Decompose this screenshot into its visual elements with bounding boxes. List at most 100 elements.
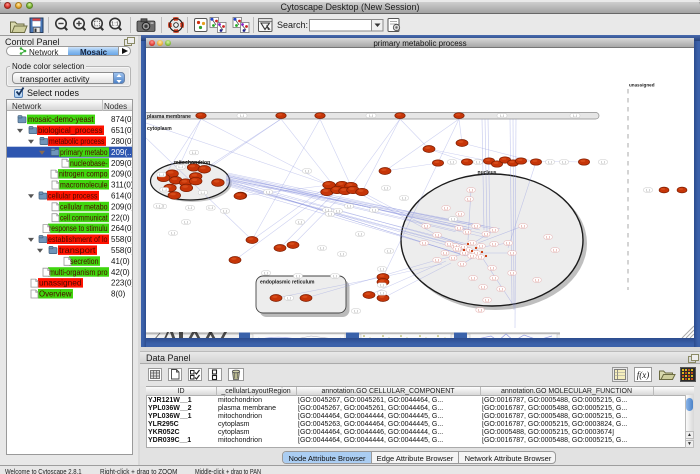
svg-text:I...I: I...I xyxy=(450,160,455,164)
svg-text:I...I: I...I xyxy=(500,114,505,118)
svg-text:I...I: I...I xyxy=(506,241,511,245)
svg-text:establishment of lo: establishment of lo xyxy=(48,235,108,244)
svg-text:I...I: I...I xyxy=(462,251,467,255)
svg-text:I...I: I...I xyxy=(320,246,325,250)
svg-text:I...I: I...I xyxy=(443,251,448,255)
svg-text:8(0): 8(0) xyxy=(111,290,126,299)
svg-text:I...I: I...I xyxy=(481,285,486,289)
svg-text:I...I: I...I xyxy=(521,224,526,228)
svg-text:I...I: I...I xyxy=(492,276,497,280)
svg-text:I...I: I...I xyxy=(478,255,483,259)
svg-text:I...I: I...I xyxy=(435,233,440,237)
svg-text:I...I: I...I xyxy=(447,242,452,246)
svg-text:I...I: I...I xyxy=(476,160,481,164)
svg-text:plasma membrane: plasma membrane xyxy=(147,114,191,120)
svg-text:I...I: I...I xyxy=(424,224,429,228)
svg-text:I...I: I...I xyxy=(156,204,161,208)
svg-text:I...I: I...I xyxy=(451,256,456,260)
svg-text:I...I: I...I xyxy=(485,298,490,302)
svg-text:I...I: I...I xyxy=(305,169,310,173)
svg-text:I...I: I...I xyxy=(470,241,475,245)
svg-text:primary metabo: primary metabo xyxy=(60,148,108,157)
svg-text:I...I: I...I xyxy=(340,252,345,256)
svg-text:I...I: I...I xyxy=(535,278,540,282)
svg-text:I...I: I...I xyxy=(287,296,292,300)
svg-text:mitochondrion: mitochondrion xyxy=(174,160,210,166)
svg-text:I...I: I...I xyxy=(372,208,377,212)
svg-text:I...I: I...I xyxy=(562,160,567,164)
svg-text:I...I: I...I xyxy=(380,267,385,271)
svg-text:biological_process: biological_process xyxy=(38,126,103,135)
svg-text:I...I: I...I xyxy=(328,212,333,216)
svg-text:311(0): 311(0) xyxy=(111,181,132,190)
svg-text:mosaic-demo-yeast: mosaic-demo-yeast xyxy=(28,115,94,124)
svg-text:41(0): 41(0) xyxy=(111,257,130,266)
svg-text:I...I: I...I xyxy=(380,283,385,287)
svg-text:I...I: I...I xyxy=(510,251,515,255)
svg-text:I...I: I...I xyxy=(467,197,472,201)
svg-text:I...I: I...I xyxy=(208,206,213,210)
svg-text:I...I: I...I xyxy=(601,160,606,164)
svg-text:f(x): f(x) xyxy=(637,370,650,380)
svg-text:I...I: I...I xyxy=(465,230,470,234)
svg-text:I...I: I...I xyxy=(474,224,479,228)
svg-text:I...I: I...I xyxy=(548,160,553,164)
svg-text:I...I: I...I xyxy=(458,212,463,216)
svg-text:I...I: I...I xyxy=(296,274,301,278)
svg-text:response to stimulu: response to stimulu xyxy=(49,224,108,233)
svg-text:I...I: I...I xyxy=(484,232,489,236)
svg-text:I...I: I...I xyxy=(455,247,460,251)
svg-text:I...I: I...I xyxy=(384,186,389,190)
svg-text:I...I: I...I xyxy=(171,231,176,235)
svg-text:209(0): 209(0) xyxy=(111,159,132,168)
svg-text:I...I: I...I xyxy=(347,204,352,208)
svg-text:I...I: I...I xyxy=(162,188,167,192)
svg-text:I...I: I...I xyxy=(184,220,189,224)
svg-text:22(0): 22(0) xyxy=(111,213,130,222)
svg-text:transport: transport xyxy=(59,246,96,255)
svg-text:I...I: I...I xyxy=(380,291,385,295)
svg-text:nucleus: nucleus xyxy=(478,170,497,176)
svg-text:nucleobase-: nucleobase- xyxy=(70,159,108,168)
svg-text:I...I: I...I xyxy=(298,220,303,224)
svg-text:cellular process: cellular process xyxy=(48,192,98,201)
svg-text:I...I: I...I xyxy=(492,242,497,246)
svg-text:I...I: I...I xyxy=(333,274,338,278)
svg-text:I...I: I...I xyxy=(402,196,407,200)
svg-text:209(0): 209(0) xyxy=(111,202,132,211)
svg-text:I...I: I...I xyxy=(490,266,495,270)
svg-text:I...I: I...I xyxy=(188,206,193,210)
svg-text:I...I: I...I xyxy=(510,271,515,275)
svg-text:264(0): 264(0) xyxy=(111,224,132,233)
svg-text:651(0): 651(0) xyxy=(111,126,132,135)
svg-text:cell communicat: cell communicat xyxy=(60,213,108,222)
svg-text:cellular metabo: cellular metabo xyxy=(60,202,108,211)
svg-text:I...I: I...I xyxy=(444,206,449,210)
svg-text:I...I: I...I xyxy=(264,271,269,275)
svg-text:558(0): 558(0) xyxy=(111,246,132,255)
svg-text:I...I: I...I xyxy=(492,228,497,232)
svg-text:I...I: I...I xyxy=(470,254,475,258)
svg-text:I...I: I...I xyxy=(499,287,504,291)
svg-text:I...I: I...I xyxy=(266,190,271,194)
svg-text:874(0): 874(0) xyxy=(111,115,132,124)
svg-text:I...I: I...I xyxy=(435,258,440,262)
svg-text:I...I: I...I xyxy=(336,209,341,213)
svg-text:209(...: 209(... xyxy=(111,148,132,157)
svg-text:I...I: I...I xyxy=(369,114,374,118)
svg-text:I...I: I...I xyxy=(469,188,474,192)
svg-text:endoplasmic reticulum: endoplasmic reticulum xyxy=(260,280,315,286)
svg-text:I...I: I...I xyxy=(451,217,456,221)
svg-text:I...I: I...I xyxy=(646,188,651,192)
svg-text:Overview: Overview xyxy=(39,290,72,299)
svg-text:I...I: I...I xyxy=(573,114,578,118)
svg-text:280(0): 280(0) xyxy=(111,137,132,146)
svg-text:Search:: Search: xyxy=(277,20,308,30)
svg-text:multi-organism pro: multi-organism pro xyxy=(49,268,108,277)
svg-text:secretion: secretion xyxy=(70,257,99,266)
svg-text:I...I: I...I xyxy=(457,226,462,230)
svg-text:I...I: I...I xyxy=(553,248,558,252)
svg-text:I...I: I...I xyxy=(478,308,483,312)
svg-text:I...I: I...I xyxy=(201,191,206,195)
svg-text:42(0): 42(0) xyxy=(111,268,130,277)
